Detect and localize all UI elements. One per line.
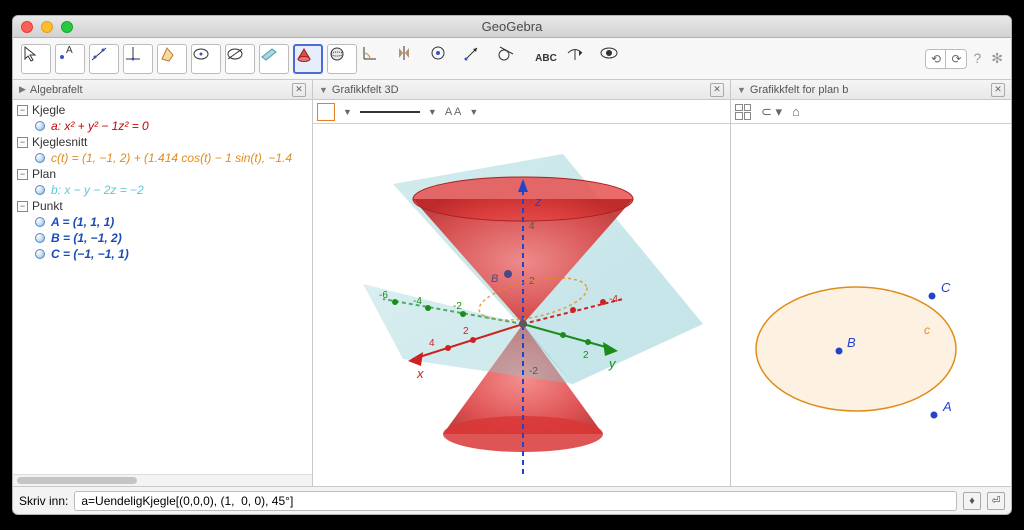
- titlebar: GeoGebra: [13, 16, 1011, 38]
- settings-gear-icon[interactable]: ✻: [991, 50, 1003, 67]
- category-plan[interactable]: −Plan: [13, 166, 312, 182]
- color-swatch[interactable]: [317, 103, 335, 121]
- tool-polygon[interactable]: [157, 44, 187, 74]
- disclosure-icon: ▶: [19, 84, 26, 95]
- item-c[interactable]: c(t) = (1, −1, 2) + (1.414 cos(t) − 1 si…: [13, 150, 312, 166]
- tool-plane[interactable]: [259, 44, 289, 74]
- tool-perpendicular[interactable]: [123, 44, 153, 74]
- svg-text:4: 4: [429, 338, 435, 349]
- svg-text:x: x: [416, 366, 424, 381]
- dropdown-icon[interactable]: ▼: [428, 107, 437, 117]
- tool-line[interactable]: [89, 44, 119, 74]
- plan-panel-title: Grafikkfelt for plan b: [750, 84, 848, 96]
- redo-button[interactable]: ⟳: [946, 50, 966, 68]
- svg-text:2: 2: [529, 276, 535, 287]
- item-b[interactable]: b: x − y − 2z = −2: [13, 182, 312, 198]
- close-panel-button[interactable]: ✕: [991, 83, 1005, 97]
- graphics3d-panel-title: Grafikkfelt 3D: [332, 84, 399, 96]
- item-a[interactable]: a: x² + y² − 1z² = 0: [13, 118, 312, 134]
- home-icon[interactable]: ⌂: [792, 104, 800, 119]
- algebra-scrollbar[interactable]: [13, 474, 312, 486]
- plan-panel-header[interactable]: ▼ Grafikkfelt for plan b ✕: [731, 80, 1011, 100]
- input-bar: Skriv inn: ♦ ⏎: [13, 486, 1011, 514]
- tool-show-hide[interactable]: [599, 44, 629, 74]
- line-style-preview[interactable]: [360, 111, 420, 113]
- command-input[interactable]: [74, 491, 957, 511]
- svg-text:-2: -2: [529, 366, 538, 377]
- grid-toggle-icon[interactable]: [735, 104, 751, 120]
- svg-text:B: B: [847, 335, 856, 350]
- svg-text:-4: -4: [609, 294, 618, 305]
- dropdown-icon[interactable]: ▼: [343, 107, 352, 117]
- svg-text:-6: -6: [379, 290, 388, 301]
- graphics3d-canvas[interactable]: z 4 2 -2 4 2 x -4 2 y: [313, 124, 730, 486]
- svg-text:z: z: [534, 194, 542, 209]
- svg-text:4: 4: [529, 221, 535, 232]
- help-button[interactable]: ?: [973, 50, 981, 67]
- undo-redo-group: ⟲ ⟳: [925, 49, 967, 69]
- plan-canvas[interactable]: c B A C: [731, 124, 1011, 486]
- magnet-icon[interactable]: ⊂ ▾: [761, 104, 782, 120]
- category-kjegle[interactable]: −Kjegle: [13, 102, 312, 118]
- svg-text:-4: -4: [413, 296, 422, 307]
- svg-text:A: A: [66, 45, 73, 56]
- disclosure-icon: ▼: [319, 85, 328, 95]
- tool-move[interactable]: [21, 44, 51, 74]
- tool-angle[interactable]: [361, 44, 391, 74]
- category-kjeglesnitt[interactable]: −Kjeglesnitt: [13, 134, 312, 150]
- tool-intersect-curve[interactable]: [225, 44, 255, 74]
- svg-text:A: A: [942, 399, 952, 414]
- font-style-option[interactable]: A A: [445, 106, 462, 118]
- svg-text:-2: -2: [453, 301, 462, 312]
- graphics3d-style-toolbar: ▼ ▼ A A ▼: [313, 100, 730, 124]
- plan-style-toolbar: ⊂ ▾ ⌂: [731, 100, 1011, 124]
- algebra-panel: ▶ Algebrafelt ✕ −Kjegle a: x² + y² − 1z²…: [13, 80, 313, 486]
- item-C[interactable]: C = (−1, −1, 1): [13, 246, 312, 262]
- graphics3d-panel: ▼ Grafikkfelt 3D ✕ ▼ ▼ A A ▼: [313, 80, 731, 486]
- tool-reflect[interactable]: [395, 44, 425, 74]
- dropdown-icon[interactable]: ▼: [469, 107, 478, 117]
- main-toolbar: A ABC ⟲ ⟳ ? ✻: [13, 38, 1011, 80]
- tool-vector[interactable]: [463, 44, 493, 74]
- tool-locus[interactable]: [429, 44, 459, 74]
- input-dropdown-button[interactable]: ♦: [963, 492, 981, 510]
- app-window: GeoGebra A ABC ⟲ ⟳ ? ✻: [12, 15, 1012, 515]
- svg-text:2: 2: [463, 326, 469, 337]
- close-panel-button[interactable]: ✕: [710, 83, 724, 97]
- algebra-panel-title: Algebrafelt: [30, 84, 83, 96]
- item-B[interactable]: B = (1, −1, 2): [13, 230, 312, 246]
- plan-panel: ▼ Grafikkfelt for plan b ✕ ⊂ ▾ ⌂ c B A: [731, 80, 1011, 486]
- graphics3d-panel-header[interactable]: ▼ Grafikkfelt 3D ✕: [313, 80, 730, 100]
- tool-sphere[interactable]: [327, 44, 357, 74]
- svg-text:C: C: [941, 280, 951, 295]
- svg-text:c: c: [924, 323, 930, 337]
- window-title: GeoGebra: [13, 19, 1011, 34]
- tool-point[interactable]: A: [55, 44, 85, 74]
- svg-text:2: 2: [583, 350, 589, 361]
- item-A[interactable]: A = (1, 1, 1): [13, 214, 312, 230]
- close-panel-button[interactable]: ✕: [292, 83, 306, 97]
- tool-rotate-view[interactable]: [565, 44, 595, 74]
- algebra-panel-header[interactable]: ▶ Algebrafelt ✕: [13, 80, 312, 100]
- content-area: ▶ Algebrafelt ✕ −Kjegle a: x² + y² − 1z²…: [13, 80, 1011, 486]
- svg-text:B: B: [491, 273, 498, 285]
- disclosure-icon: ▼: [737, 85, 746, 95]
- tool-circle[interactable]: [191, 44, 221, 74]
- input-submit-button[interactable]: ⏎: [987, 492, 1005, 510]
- category-punkt[interactable]: −Punkt: [13, 198, 312, 214]
- input-label: Skriv inn:: [19, 494, 68, 508]
- tool-cone[interactable]: [293, 44, 323, 74]
- tool-text[interactable]: ABC: [531, 44, 561, 74]
- tool-tangent[interactable]: [497, 44, 527, 74]
- undo-button[interactable]: ⟲: [926, 50, 946, 68]
- algebra-tree[interactable]: −Kjegle a: x² + y² − 1z² = 0 −Kjeglesnit…: [13, 100, 312, 474]
